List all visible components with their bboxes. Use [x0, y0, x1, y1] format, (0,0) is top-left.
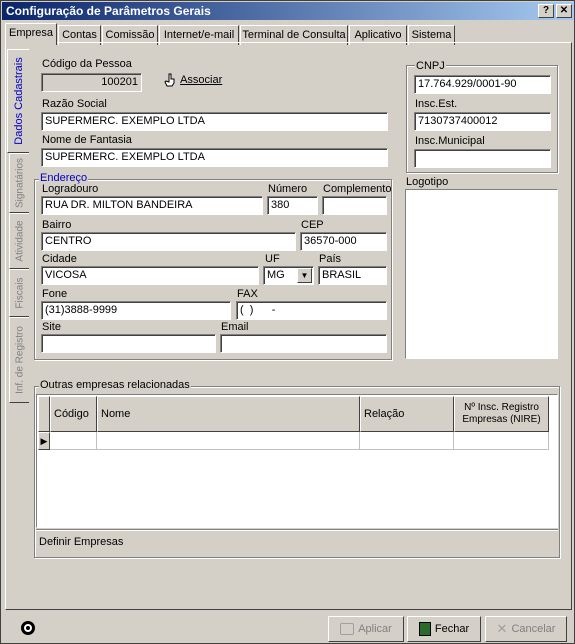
site-label: Site — [42, 321, 61, 333]
razao-social-field[interactable]: SUPERMERC. EXEMPLO LTDA — [41, 112, 388, 131]
nome-fantasia-field[interactable]: SUPERMERC. EXEMPLO LTDA — [41, 148, 388, 167]
logradouro-label: Logradouro — [42, 183, 99, 195]
status-icon-ring — [24, 624, 32, 632]
side-tab-inf-registro[interactable]: Inf. de Registro — [9, 317, 29, 403]
insc-est-label: Insc.Est. — [415, 98, 458, 110]
grid-cell-codigo[interactable] — [50, 432, 97, 450]
configuration-window: Configuração de Parâmetros Gerais ? ✕ Em… — [0, 0, 575, 644]
complemento-field[interactable] — [322, 196, 387, 215]
cancelar-button[interactable]: ✕ Cancelar — [485, 616, 567, 642]
grid-header-codigo[interactable]: Código — [50, 396, 97, 432]
status-icon — [21, 621, 35, 635]
cancel-x-icon: ✕ — [496, 621, 508, 637]
email-field[interactable] — [220, 334, 387, 353]
tab-empresa[interactable]: Empresa — [5, 23, 57, 45]
codigo-pessoa-field: 100201 — [41, 73, 142, 92]
logradouro-field[interactable]: RUA DR. MILTON BANDEIRA — [41, 196, 263, 215]
definir-empresas-bar: Definir Empresas — [36, 529, 558, 553]
associar-button[interactable]: Associar — [163, 73, 222, 91]
side-tab-label: Signatários — [14, 157, 25, 209]
insc-municipal-field[interactable] — [414, 149, 551, 168]
side-tab-atividade[interactable]: Atividade — [9, 213, 29, 269]
hand-pointer-icon — [164, 73, 175, 87]
grid-cell-relacao[interactable] — [360, 432, 454, 450]
apply-icon — [340, 623, 355, 636]
definir-empresas-link[interactable]: Definir Empresas — [39, 536, 123, 548]
close-button[interactable]: ✕ — [556, 4, 572, 18]
grid-header-relacao[interactable]: Relação — [360, 396, 454, 432]
cidade-field[interactable]: VICOSA — [41, 266, 259, 285]
pais-label: País — [319, 253, 342, 265]
fechar-label: Fechar — [434, 623, 470, 635]
pais-field[interactable]: BRASIL — [318, 266, 387, 285]
aplicar-button[interactable]: Aplicar — [328, 616, 404, 642]
complemento-label: Complemento — [323, 183, 392, 195]
bairro-field[interactable]: CENTRO — [41, 232, 296, 251]
row-indicator-icon: ▶ — [38, 432, 50, 450]
email-label: Email — [221, 321, 249, 333]
grid-header-nire[interactable]: Nº Insc. Registro Empresas (NIRE) — [454, 396, 549, 432]
help-button[interactable]: ? — [538, 4, 554, 18]
fax-field[interactable]: ( ) - — [236, 301, 387, 320]
cep-field[interactable]: 36570-000 — [300, 232, 387, 251]
side-tab-signatarios[interactable]: Signatários — [9, 153, 29, 213]
related-companies-grid[interactable]: Código Nome Relação Nº Insc. Registro Em… — [36, 394, 558, 528]
logotipo-image-box[interactable] — [405, 189, 558, 359]
numero-field[interactable]: 380 — [267, 196, 318, 215]
numero-label: Número — [268, 183, 308, 195]
bairro-label: Bairro — [42, 219, 72, 231]
side-tab-label: Atividade — [14, 220, 25, 262]
chevron-down-icon[interactable]: ▼ — [297, 268, 312, 283]
side-tab-fiscais[interactable]: Fiscais — [9, 269, 29, 317]
side-tab-label: Fiscais — [14, 277, 25, 309]
site-field[interactable] — [41, 334, 216, 353]
grid-cell-nome[interactable] — [97, 432, 360, 450]
side-tab-label: Dados Cadastrais — [12, 57, 25, 145]
cnpj-label: CNPJ — [415, 60, 446, 72]
fone-label: Fone — [42, 288, 68, 300]
uf-value: MG — [267, 269, 285, 281]
insc-est-field[interactable]: 7130737400012 — [414, 112, 551, 131]
insc-municipal-label: Insc.Municipal — [415, 135, 485, 147]
side-tab-label: Inf. de Registro — [14, 326, 25, 394]
grid-header-nome[interactable]: Nome — [97, 396, 360, 432]
grid-indicator-header — [38, 396, 50, 432]
cnpj-field[interactable]: 17.764.929/0001-90 — [414, 75, 551, 94]
fechar-button[interactable]: Fechar — [407, 616, 481, 642]
cep-label: CEP — [301, 219, 324, 231]
door-icon — [418, 622, 431, 637]
grid-cell-nire[interactable] — [454, 432, 549, 450]
cidade-label: Cidade — [42, 253, 77, 265]
uf-label: UF — [265, 253, 280, 265]
cancelar-label: Cancelar — [511, 623, 556, 635]
window-title: Configuração de Parâmetros Gerais — [6, 4, 211, 18]
nome-fantasia-label: Nome de Fantasia — [42, 134, 132, 146]
side-tab-dados-cadastrais[interactable]: Dados Cadastrais — [7, 49, 29, 153]
codigo-pessoa-label: Código da Pessoa — [42, 58, 132, 70]
uf-select[interactable]: MG ▼ — [263, 266, 314, 285]
logotipo-label: Logotipo — [406, 176, 449, 188]
aplicar-label: Aplicar — [358, 623, 392, 635]
fax-label: FAX — [237, 288, 258, 300]
title-bar[interactable]: Configuração de Parâmetros Gerais ? ✕ — [2, 2, 574, 20]
razao-social-label: Razão Social — [42, 98, 107, 110]
associar-label: Associar — [180, 74, 223, 86]
fone-field[interactable]: (31)3888-9999 — [41, 301, 231, 320]
outras-empresas-legend: Outras empresas relacionadas — [39, 379, 191, 391]
